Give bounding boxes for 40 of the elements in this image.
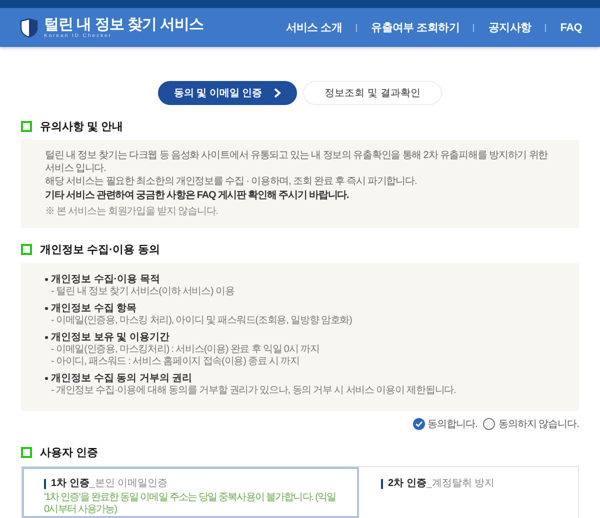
- bullet-icon: [45, 377, 48, 380]
- shield-icon: [20, 18, 38, 38]
- square-icon: [21, 447, 32, 458]
- step-tab[interactable]: 정보조회 및 결과확인: [303, 81, 442, 105]
- nav-link[interactable]: 유출여부 조회하기: [371, 20, 460, 35]
- bullet-icon: [45, 307, 48, 310]
- checked-radio-icon[interactable]: [412, 418, 425, 430]
- auth-card[interactable]: 1차 인증_본인 이메일인증 '1차 인증'을 완료한 동일 이메일 주소는 당일 중복사용이 불가합니다. (익일 0시부터 사용가능): [22, 467, 359, 518]
- consent-detail: - 이메일(인증용, 마스킹 처리), 아이디 및 패스워드(조회용, 일방향 암호화): [50, 315, 353, 327]
- consent-heading: 개인정보 보유 및 이용기간: [51, 331, 170, 344]
- nav-link[interactable]: FAQ: [560, 22, 582, 34]
- section-title: 개인정보 수집·이용 동의: [40, 243, 160, 257]
- nav-link[interactable]: 서비스 소개: [286, 20, 342, 35]
- notice-text: 해당 서비스는 필요한 최소한의 개인정보를 수집 · 이용하며, 조회 완료 후 즉시 파기합니다.: [45, 175, 418, 188]
- bullet-icon: [45, 278, 48, 281]
- square-icon: [21, 244, 32, 255]
- auth-title: 1차 인증_본인 이메일인증: [44, 479, 337, 489]
- consent-heading: 개인정보 수집 동의 거부의 권리: [51, 372, 192, 385]
- consent-heading: 개인정보 수집·이용 목적: [51, 273, 160, 286]
- chevron-icon: [274, 88, 282, 98]
- section-title: 유의사항 및 안내: [40, 120, 124, 134]
- square-icon: [21, 121, 32, 132]
- notice-text: ※ 본 서비스는 회원가입을 받지 않습니다.: [45, 205, 219, 218]
- auth-note: '1차 인증'을 완료한 동일 이메일 주소는 당일 중복사용이 불가합니다. (익일 0시부터 사용가능): [44, 492, 337, 516]
- notice-text: 기타 서비스 관련하여 궁금한 사항은 FAQ 게시판 확인해 주시기 바랍니다.: [45, 189, 350, 202]
- nav-link[interactable]: 공지사항: [488, 20, 532, 35]
- notice-text: 털린 내 정보 찾기는 다크웹 등 음성화 사이트에서 유통되고 있는 내 정보의 유출확인을 통해 2차 유출피해를 방지하기 위한 서비스 입니다.: [45, 149, 549, 175]
- site-title[interactable]: 털린 내 정보 찾기 서비스: [44, 16, 204, 33]
- consent-detail: - 개인정보 수집·이용에 대해 동의를 거부할 권리가 있으나, 동의 거부 시 서비스 이용이 제한됩니다.: [50, 385, 457, 397]
- radio-option[interactable]: 동의합니다.: [412, 417, 478, 431]
- radio-option[interactable]: 동의하지 않습니다.: [483, 417, 579, 431]
- auth-title: 2차 인증_계정탈취 방지: [381, 479, 556, 489]
- bullet-icon: [45, 336, 48, 339]
- consent-detail: - 털린 내 정보 찾기 서비스(이하 서비스) 이용: [50, 286, 236, 298]
- step-tab[interactable]: 동의 및 이메일 인증: [158, 81, 297, 105]
- radio-icon[interactable]: [483, 418, 496, 430]
- consent-detail: - 아이디, 패스워드 : 서비스 홈페이지 접속(이용) 종료 시 까지: [50, 356, 300, 368]
- consent-detail: - 이메일(인증용, 마스킹처리) : 서비스(이용) 완료 후 익일 0시 까지: [50, 344, 320, 356]
- section-title: 사용자 인증: [40, 446, 98, 460]
- consent-heading: 개인정보 수집 항목: [51, 302, 137, 315]
